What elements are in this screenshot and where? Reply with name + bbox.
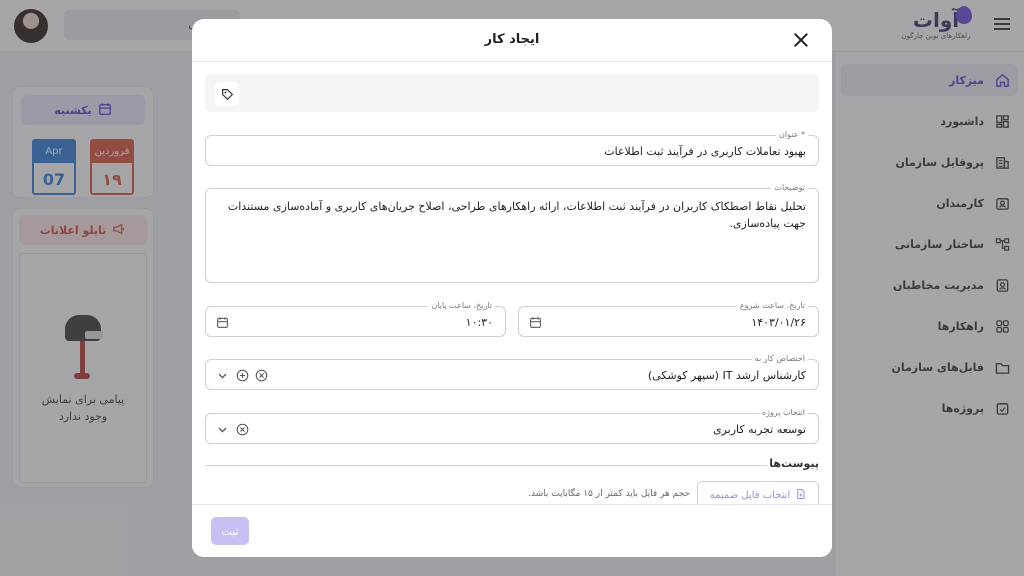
attach-button-label: انتخاب فایل ضمیمه	[709, 489, 791, 501]
attach-file-icon	[795, 488, 806, 503]
start-datetime-label: تاریخ، ساعت شروع	[736, 300, 808, 312]
start-datetime-field[interactable]: تاریخ، ساعت شروع ۱۴۰۳/۰۱/۲۶	[518, 300, 819, 337]
project-select-label: انتخاب پروژه	[758, 407, 808, 419]
dialog-header: ایجاد کار	[192, 19, 832, 62]
start-datetime-value: ۱۴۰۳/۰۱/۲۶	[751, 316, 806, 329]
project-select-value: توسعه تجربه کاربری	[713, 423, 806, 436]
calendar-icon[interactable]	[215, 315, 229, 329]
title-field-label: عنوان *	[776, 129, 808, 141]
dialog-footer: ثبت	[192, 504, 832, 557]
dialog-title: ایجاد کار	[484, 32, 540, 47]
attachments-title: پیوست‌ها	[769, 457, 819, 470]
assign-to-label: اختصاص کار به	[751, 353, 808, 365]
description-field-value: تحلیل نقاط اصطکاک کاربران در فرآیند ثبت …	[227, 200, 806, 230]
add-icon[interactable]	[235, 368, 249, 382]
assign-to-value: کارشناس ارشد IT (سپهر کوشکی)	[647, 369, 806, 382]
tag-bar	[205, 74, 819, 112]
submit-button[interactable]: ثبت	[211, 517, 249, 545]
tag-button[interactable]	[215, 82, 239, 106]
description-field-label: توضیحات	[771, 182, 808, 194]
description-field[interactable]: توضیحات تحلیل نقاط اصطکاک کاربران در فرآ…	[205, 182, 819, 283]
clear-icon[interactable]	[254, 368, 268, 382]
divider	[205, 465, 767, 466]
calendar-icon[interactable]	[528, 315, 542, 329]
project-select[interactable]: انتخاب پروژه توسعه تجربه کاربری	[205, 407, 819, 444]
assign-to-select[interactable]: اختصاص کار به کارشناس ارشد IT (سپهر کوشک…	[205, 353, 819, 390]
end-datetime-label: تاریخ، ساعت پایان	[428, 300, 495, 312]
chevron-down-icon[interactable]	[215, 422, 229, 436]
title-field-value: بهبود تعاملات کاربری در فرآیند ثبت اطلاع…	[604, 145, 806, 158]
end-datetime-field[interactable]: تاریخ، ساعت پایان ۱۰:۳۰	[205, 300, 506, 337]
title-field[interactable]: عنوان * بهبود تعاملات کاربری در فرآیند ث…	[205, 129, 819, 166]
close-icon[interactable]	[792, 31, 810, 49]
create-task-dialog: ایجاد کار عنوان * بهبود تعاملات کاربری د…	[192, 19, 832, 557]
tag-icon	[221, 88, 233, 100]
chevron-down-icon[interactable]	[215, 368, 229, 382]
attachment-size-hint: حجم هر فایل باید کمتر از ۱۵ مگابایت باشد…	[528, 489, 690, 499]
clear-icon[interactable]	[235, 422, 249, 436]
end-datetime-value: ۱۰:۳۰	[465, 316, 493, 329]
